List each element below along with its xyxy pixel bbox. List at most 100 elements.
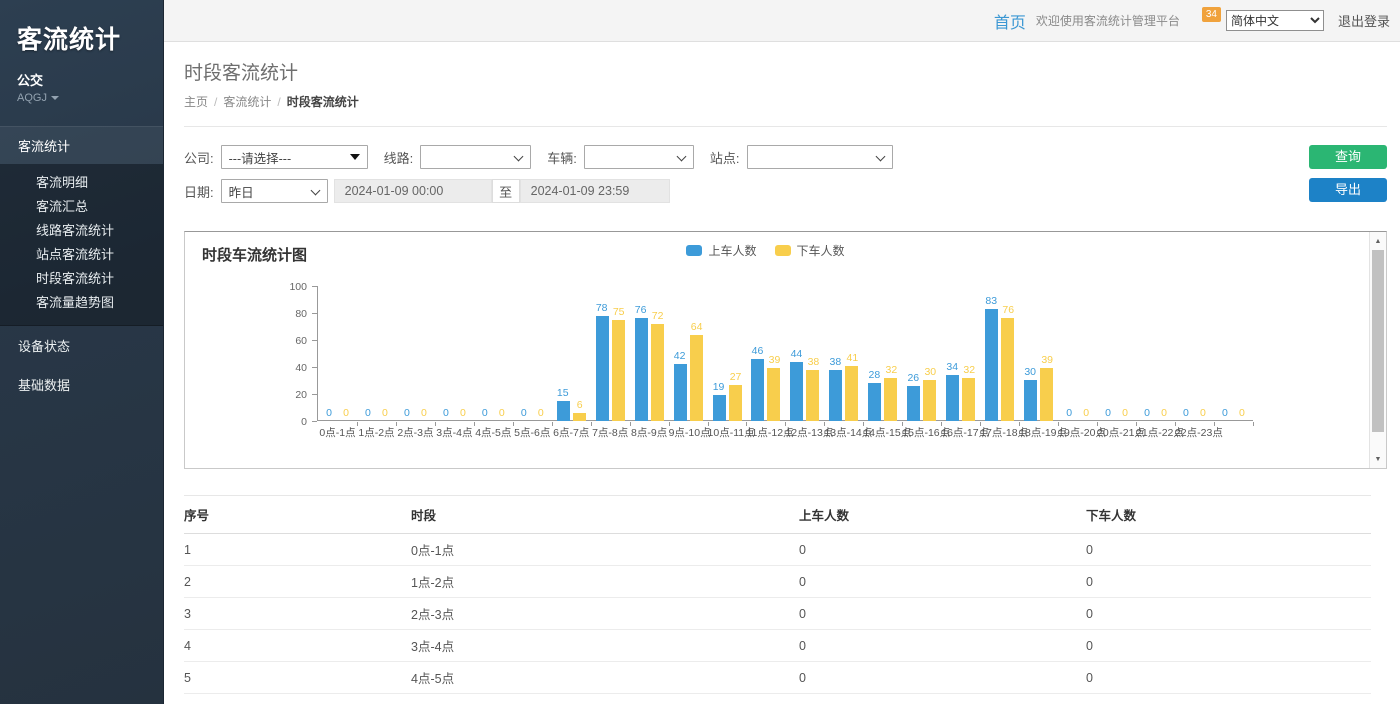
bar-alighting[interactable] <box>884 378 897 421</box>
sidebar-item-device-status[interactable]: 设备状态 <box>0 326 163 365</box>
bar-boarding[interactable] <box>1024 380 1037 421</box>
chart-category: 001点-2点 <box>357 286 396 421</box>
bar-boarding[interactable] <box>985 309 998 421</box>
bar-boarding[interactable] <box>946 375 959 421</box>
org-code-dropdown[interactable]: AQGJ <box>17 92 163 104</box>
sidebar-subitem[interactable]: 客流汇总 <box>0 195 163 219</box>
breadcrumb: 主页/客流统计/时段客流统计 <box>184 93 1387 110</box>
chart-category: 0021点-22点 <box>1136 286 1175 421</box>
breadcrumb-item[interactable]: 客流统计 <box>223 95 271 109</box>
stats-table: 序号时段上车人数下车人数 10点-1点0021点-2点0032点-3点0043点… <box>184 495 1371 704</box>
date-to-input[interactable]: 2024-01-09 23:59 <box>520 179 670 203</box>
home-link[interactable]: 首页 <box>994 9 1026 33</box>
breadcrumb-separator: / <box>214 95 217 109</box>
x-axis-tick-label: 6点-7点 <box>552 425 591 440</box>
x-axis-tick-label: 15点-16点 <box>902 425 941 440</box>
x-axis-tick-label: 0点-1点 <box>318 425 357 440</box>
notification-badge[interactable]: 34 <box>1202 7 1221 22</box>
sidebar-subitem[interactable]: 客流明细 <box>0 171 163 195</box>
sidebar-subitem[interactable]: 客流量趋势图 <box>0 291 163 315</box>
chart-category: 283214点-15点 <box>863 286 902 421</box>
chart-category: 303918点-19点 <box>1019 286 1058 421</box>
chart-category: 443812点-13点 <box>785 286 824 421</box>
bar-alighting[interactable] <box>806 370 819 421</box>
chart-legend: 上车人数 下车人数 <box>185 242 1346 259</box>
page-content: 时段客流统计 主页/客流统计/时段客流统计 公司: ---请选择--- 线路: <box>164 42 1400 704</box>
bar-boarding[interactable] <box>907 386 920 421</box>
sidebar-item-passenger-stats[interactable]: 客流统计 <box>0 126 163 164</box>
company-select[interactable]: ---请选择--- <box>221 145 368 169</box>
bar-boarding[interactable] <box>596 316 609 421</box>
bar-alighting[interactable] <box>1001 318 1014 421</box>
logout-link[interactable]: 退出登录 <box>1338 11 1390 30</box>
line-label: 线路: <box>384 148 414 167</box>
sidebar-submenu: 客流明细客流汇总线路客流统计站点客流统计时段客流统计客流量趋势图 <box>0 164 163 326</box>
scrollbar-up-icon[interactable]: ▲ <box>1370 233 1386 249</box>
bar-boarding[interactable] <box>674 364 687 421</box>
welcome-text: 欢迎使用客流统计管理平台 <box>1036 12 1180 29</box>
x-axis-tick-label: 9点-10点 <box>669 425 708 440</box>
bar-alighting[interactable] <box>651 324 664 421</box>
query-button[interactable]: 查询 <box>1309 145 1387 169</box>
line-select[interactable] <box>420 145 531 169</box>
bar-boarding[interactable] <box>868 383 881 421</box>
filter-actions: 查询 导出 <box>1309 145 1387 202</box>
chart-category: 002点-3点 <box>396 286 435 421</box>
table-cell: 0 <box>799 566 1086 598</box>
date-label: 日期: <box>184 182 214 201</box>
language-select[interactable]: 简体中文 <box>1226 10 1324 31</box>
chart-plot: 000点-1点001点-2点002点-3点003点-4点004点-5点005点-… <box>317 286 1253 421</box>
bar-alighting[interactable] <box>1040 368 1053 421</box>
x-axis-tick-label: 19点-20点 <box>1058 425 1097 440</box>
export-button[interactable]: 导出 <box>1309 178 1387 202</box>
table-column-header: 上车人数 <box>799 496 1086 534</box>
legend-item[interactable]: 上车人数 <box>686 242 756 259</box>
sidebar-subitem[interactable]: 线路客流统计 <box>0 219 163 243</box>
scrollbar-down-icon[interactable]: ▼ <box>1370 451 1386 467</box>
bar-boarding[interactable] <box>635 318 648 421</box>
table-row: 10点-1点00 <box>184 534 1371 566</box>
sidebar-subitem[interactable]: 站点客流统计 <box>0 243 163 267</box>
y-axis-tick-label: 0 <box>279 416 307 428</box>
sidebar: 客流统计 公交 AQGJ 客流统计 客流明细客流汇总线路客流统计站点客流统计时段… <box>0 0 163 704</box>
chart-category: 0020点-21点 <box>1097 286 1136 421</box>
x-axis-tick-label: 14点-15点 <box>863 425 902 440</box>
x-axis-tick-label: 16点-17点 <box>941 425 980 440</box>
chart-category: 00 <box>1214 286 1253 421</box>
chart-category: 0022点-23点 <box>1175 286 1214 421</box>
bar-alighting[interactable] <box>845 366 858 421</box>
bar-alighting[interactable] <box>767 368 780 421</box>
table-row: 65点-6点00 <box>184 694 1371 704</box>
chart-scrollbar[interactable]: ▲ ▼ <box>1369 232 1386 468</box>
breadcrumb-item[interactable]: 主页 <box>184 95 208 109</box>
sidebar-subitem[interactable]: 时段客流统计 <box>0 267 163 291</box>
x-axis-tick-label: 8点-9点 <box>630 425 669 440</box>
date-preset-value: 昨日 <box>229 182 254 201</box>
bar-boarding[interactable] <box>829 370 842 421</box>
bar-alighting[interactable] <box>923 380 936 421</box>
y-axis-tick-label: 100 <box>279 281 307 293</box>
chevron-down-icon <box>51 96 59 100</box>
bar-boarding[interactable] <box>713 395 726 421</box>
bar-alighting[interactable] <box>573 413 586 421</box>
vehicle-select[interactable] <box>584 145 694 169</box>
org-name: 公交 <box>17 70 163 89</box>
date-preset-select[interactable]: 昨日 <box>221 179 328 203</box>
station-select[interactable] <box>747 145 893 169</box>
legend-item[interactable]: 下车人数 <box>775 242 845 259</box>
bar-boarding[interactable] <box>751 359 764 421</box>
bar-alighting[interactable] <box>962 378 975 421</box>
bar-alighting[interactable] <box>690 335 703 421</box>
bar-boarding[interactable] <box>790 362 803 421</box>
x-axis-tick-label: 22点-23点 <box>1175 425 1214 440</box>
y-axis-tick <box>312 367 317 368</box>
date-from-input[interactable]: 2024-01-09 00:00 <box>334 179 492 203</box>
chart-category: 463911点-12点 <box>746 286 785 421</box>
bar-alighting[interactable] <box>729 385 742 421</box>
chart-panel: 时段车流统计图 上车人数下车人数 000点-1点001点-2点002点-3点00… <box>184 231 1387 469</box>
main-area: 首页 欢迎使用客流统计管理平台 34 简体中文 退出登录 时段客流统计 主页/客… <box>163 0 1400 704</box>
vehicle-label: 车辆: <box>547 148 577 167</box>
scrollbar-thumb[interactable] <box>1372 250 1384 432</box>
bar-alighting[interactable] <box>612 320 625 421</box>
sidebar-item-base-data[interactable]: 基础数据 <box>0 365 163 404</box>
